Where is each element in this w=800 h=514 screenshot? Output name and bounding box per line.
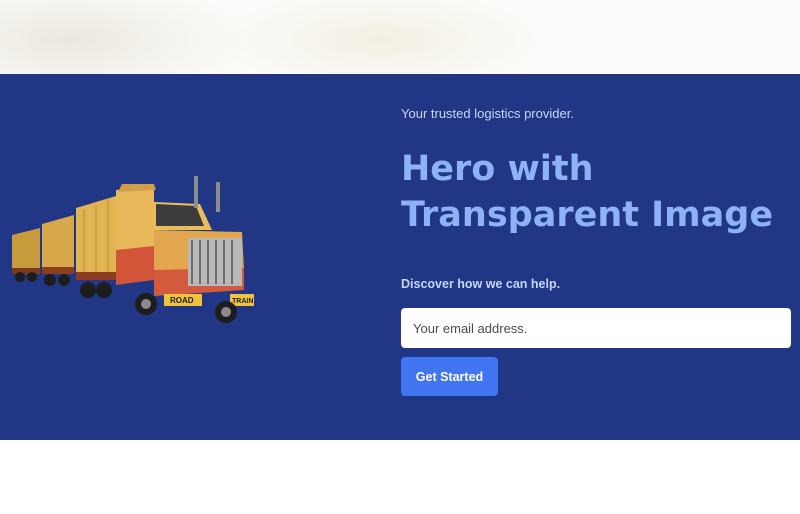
email-input[interactable] [401,308,791,348]
trailer-1 [76,196,116,298]
plate-left: ROAD [170,296,194,305]
truck-cab: ROAD TRAIN [116,176,254,323]
trailer-3 [12,228,40,282]
hero-title: Hero with Transparent Image [401,146,791,238]
hero-tagline: Your trusted logistics provider. [401,106,574,121]
truck-image: ROAD TRAIN [12,176,254,323]
hero-title-line-2: Transparent Image [401,195,774,235]
get-started-button[interactable]: Get Started [401,357,498,396]
trailer-2 [42,215,74,286]
hero-title-line-1: Hero with [401,149,594,189]
hero-subline: Discover how we can help. [401,277,561,291]
plate-right: TRAIN [232,298,253,305]
top-background-band [0,0,800,74]
